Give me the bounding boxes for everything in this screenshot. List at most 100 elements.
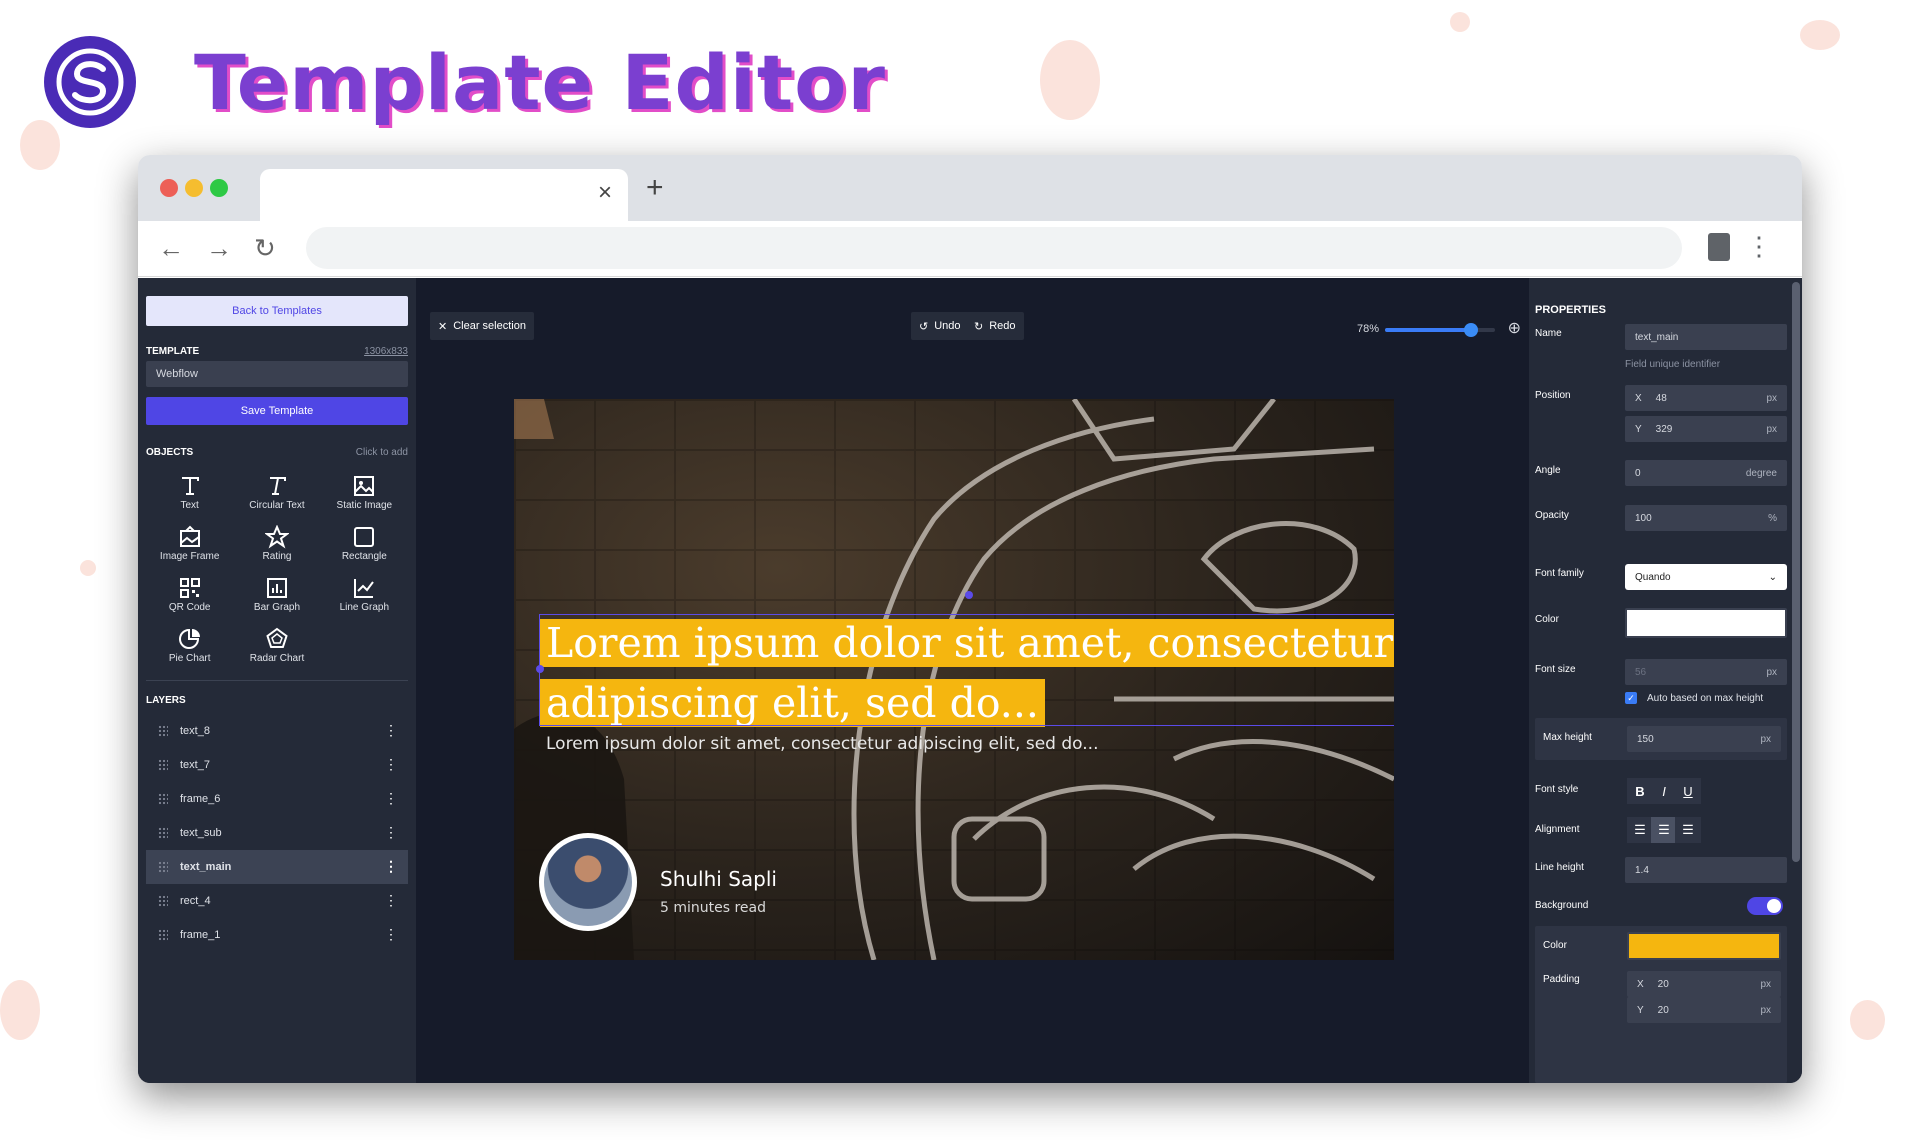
font-color-swatch[interactable] — [1625, 608, 1787, 638]
undo-label: Undo — [934, 320, 961, 332]
drag-handle-icon[interactable] — [158, 827, 168, 839]
layer-menu-icon[interactable]: ⋮ — [384, 926, 398, 943]
font-family-select[interactable]: Quando ⌄ — [1625, 564, 1787, 590]
font-size-label: Font size — [1535, 664, 1576, 675]
drag-handle-icon[interactable] — [158, 759, 168, 771]
align-right-icon[interactable]: ☰ — [1675, 817, 1701, 843]
drag-handle-icon[interactable] — [158, 793, 168, 805]
rotate-handle[interactable] — [965, 591, 973, 599]
auto-size-checkbox[interactable]: ✓ Auto based on max height — [1625, 692, 1763, 704]
layer-item[interactable]: text_sub ⋮ — [146, 816, 408, 850]
template-size-link[interactable]: 1306x833 — [364, 346, 408, 357]
redo-button[interactable]: ↻ Redo — [966, 312, 1024, 340]
chevron-down-icon: ⌄ — [1768, 571, 1777, 583]
undo-button[interactable]: ↺ Undo — [911, 312, 969, 340]
objects-hint: Click to add — [355, 447, 408, 458]
author-name[interactable]: Shulhi Sapli — [660, 867, 777, 891]
back-to-templates-button[interactable]: Back to Templates — [146, 296, 408, 326]
layer-item[interactable]: frame_6 ⋮ — [146, 782, 408, 816]
object-qr-code[interactable]: QR Code — [146, 574, 233, 613]
layer-name: text_7 — [180, 759, 210, 771]
layers-list: text_8 ⋮ text_7 ⋮ frame_6 ⋮ text_sub ⋮ text_… — [146, 714, 408, 952]
align-center-icon[interactable]: ☰ — [1651, 817, 1677, 843]
opacity-input[interactable]: 100% — [1625, 505, 1787, 531]
layer-menu-icon[interactable]: ⋮ — [384, 858, 398, 875]
object-text[interactable]: Text — [146, 472, 233, 511]
minimize-window-button[interactable] — [185, 179, 203, 197]
position-x-input[interactable]: X 48 px — [1625, 385, 1787, 411]
template-name-input[interactable]: Webflow — [146, 361, 408, 387]
extension-icon[interactable] — [1708, 233, 1730, 261]
layer-item[interactable]: frame_1 ⋮ — [146, 918, 408, 952]
padding-x-input[interactable]: X 20 px — [1627, 971, 1781, 997]
object-circular-text[interactable]: Circular Text — [233, 472, 320, 511]
line-height-input[interactable]: 1.4 — [1625, 857, 1787, 883]
drag-handle-icon[interactable] — [158, 929, 168, 941]
editor-app: Back to Templates TEMPLATE 1306x833 Webf… — [138, 278, 1802, 1083]
position-y-input[interactable]: Y 329 px — [1625, 416, 1787, 442]
background-toggle[interactable] — [1747, 897, 1783, 915]
padding-y-input[interactable]: Y 20 px — [1627, 997, 1781, 1023]
zoom-slider-handle[interactable] — [1463, 323, 1478, 337]
angle-label: Angle — [1535, 465, 1561, 476]
layer-item[interactable]: rect_4 ⋮ — [146, 884, 408, 918]
italic-button[interactable]: I — [1651, 778, 1677, 804]
layer-menu-icon[interactable]: ⋮ — [384, 756, 398, 773]
object-static-image[interactable]: Static Image — [321, 472, 408, 511]
close-window-button[interactable] — [160, 179, 178, 197]
reload-icon[interactable]: ↻ — [254, 233, 276, 264]
object-radar-chart[interactable]: Radar Chart — [233, 625, 320, 664]
bold-button[interactable]: B — [1627, 778, 1653, 804]
bg-color-label: Color — [1543, 940, 1567, 951]
properties-scrollbar[interactable] — [1792, 282, 1800, 862]
layer-item-active[interactable]: text_main ⋮ — [146, 850, 408, 884]
drag-handle-icon[interactable] — [158, 725, 168, 737]
pad-y-prefix: Y — [1637, 1004, 1644, 1016]
layer-menu-icon[interactable]: ⋮ — [384, 892, 398, 909]
drag-handle-icon[interactable] — [158, 895, 168, 907]
layer-item[interactable]: text_7 ⋮ — [146, 748, 408, 782]
zoom-slider[interactable] — [1385, 323, 1495, 337]
drag-handle-icon[interactable] — [158, 861, 168, 873]
browser-menu-icon[interactable]: ⋮ — [1746, 231, 1772, 262]
align-left-icon[interactable]: ☰ — [1627, 817, 1653, 843]
object-image-frame[interactable]: Image Frame — [146, 523, 233, 562]
font-size-input[interactable]: 56 px — [1625, 659, 1787, 685]
object-rating[interactable]: Rating — [233, 523, 320, 562]
pie-chart-icon — [176, 625, 204, 653]
clear-icon: ✕ — [438, 320, 448, 333]
author-avatar[interactable] — [539, 833, 637, 931]
underline-button[interactable]: U — [1675, 778, 1701, 804]
back-arrow-icon[interactable]: ← — [158, 233, 184, 264]
subtitle-text[interactable]: Lorem ipsum dolor sit amet, consectetur … — [546, 734, 1098, 754]
bg-color-swatch[interactable] — [1627, 932, 1781, 960]
maximize-window-button[interactable] — [210, 179, 228, 197]
padding-label: Padding — [1543, 974, 1580, 985]
forward-arrow-icon[interactable]: → — [206, 233, 232, 264]
name-hint: Field unique identifier — [1625, 359, 1721, 370]
object-rectangle[interactable]: Rectangle — [321, 523, 408, 562]
address-bar[interactable] — [306, 227, 1682, 269]
redo-icon: ↻ — [974, 320, 984, 333]
selection-box[interactable] — [536, 591, 1394, 726]
layer-menu-icon[interactable]: ⋮ — [384, 824, 398, 841]
max-height-input[interactable]: 150 px — [1627, 726, 1781, 752]
new-tab-button[interactable]: + — [646, 171, 664, 205]
object-bar-graph[interactable]: Bar Graph — [233, 574, 320, 613]
name-input[interactable]: text_main — [1625, 324, 1787, 350]
clear-selection-button[interactable]: ✕ Clear selection — [430, 312, 534, 340]
save-template-button[interactable]: Save Template — [146, 397, 408, 425]
tab-close-icon[interactable]: × — [598, 179, 612, 207]
layer-item[interactable]: text_8 ⋮ — [146, 714, 408, 748]
object-pie-chart[interactable]: Pie Chart — [146, 625, 233, 664]
properties-title: PROPERTIES — [1535, 304, 1606, 316]
read-time[interactable]: 5 minutes read — [660, 900, 766, 916]
layer-menu-icon[interactable]: ⋮ — [384, 790, 398, 807]
layer-menu-icon[interactable]: ⋮ — [384, 722, 398, 739]
object-line-graph[interactable]: Line Graph — [321, 574, 408, 613]
resize-handle-left[interactable] — [536, 665, 544, 673]
browser-tab[interactable]: × — [260, 169, 628, 221]
template-canvas[interactable]: Lorem ipsum dolor sit amet, consectetur … — [514, 399, 1394, 960]
zoom-in-icon[interactable]: ⊕ — [1508, 318, 1521, 338]
angle-input[interactable]: 0 degree — [1625, 460, 1787, 486]
